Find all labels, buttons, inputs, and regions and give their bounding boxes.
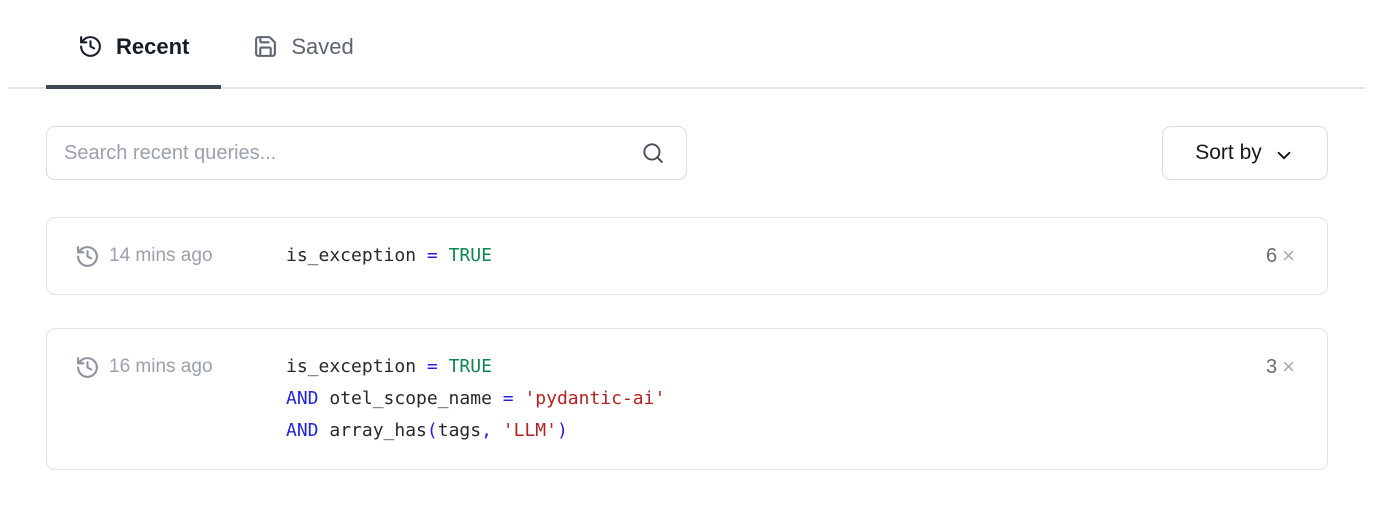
- tab-saved-label: Saved: [291, 34, 353, 60]
- sort-by-label: Sort by: [1195, 141, 1262, 165]
- toolbar: Sort by: [0, 126, 1374, 180]
- sort-by-button[interactable]: Sort by: [1162, 126, 1328, 180]
- query-code: is_exception = TRUEAND otel_scope_name =…: [286, 351, 1266, 447]
- query-use-count-number: 6: [1266, 245, 1277, 268]
- code-line: AND otel_scope_name = 'pydantic-ai': [286, 383, 1266, 415]
- query-list: 14 mins ago is_exception = TRUE 6 × 16 m…: [0, 217, 1374, 470]
- query-use-count-number: 3: [1266, 356, 1277, 379]
- query-card[interactable]: 14 mins ago is_exception = TRUE 6 ×: [46, 217, 1328, 295]
- chevron-down-icon: [1273, 144, 1295, 166]
- history-icon: [78, 34, 103, 59]
- query-code: is_exception = TRUE: [286, 240, 1266, 272]
- multiply-icon: ×: [1282, 354, 1295, 380]
- tab-saved[interactable]: Saved: [221, 0, 385, 87]
- search-box: [46, 126, 687, 180]
- save-icon: [253, 34, 278, 59]
- code-line: is_exception = TRUE: [286, 240, 1266, 272]
- recent-queries-panel: Recent Saved Sort by: [0, 0, 1374, 470]
- tab-recent-label: Recent: [116, 34, 189, 60]
- tab-bar: Recent Saved: [8, 0, 1366, 89]
- query-use-count: 6 ×: [1266, 240, 1295, 272]
- history-icon: [75, 355, 100, 380]
- query-timestamp: 14 mins ago: [109, 245, 213, 267]
- query-meta: 14 mins ago: [75, 240, 286, 272]
- code-line: AND array_has(tags, 'LLM'): [286, 415, 1266, 447]
- query-use-count: 3 ×: [1266, 351, 1295, 383]
- multiply-icon: ×: [1282, 243, 1295, 269]
- query-timestamp: 16 mins ago: [109, 356, 213, 378]
- code-line: is_exception = TRUE: [286, 351, 1266, 383]
- tab-recent[interactable]: Recent: [46, 0, 221, 87]
- query-card[interactable]: 16 mins ago is_exception = TRUEAND otel_…: [46, 328, 1328, 470]
- query-meta: 16 mins ago: [75, 351, 286, 383]
- history-icon: [75, 244, 100, 269]
- search-input[interactable]: [46, 126, 687, 180]
